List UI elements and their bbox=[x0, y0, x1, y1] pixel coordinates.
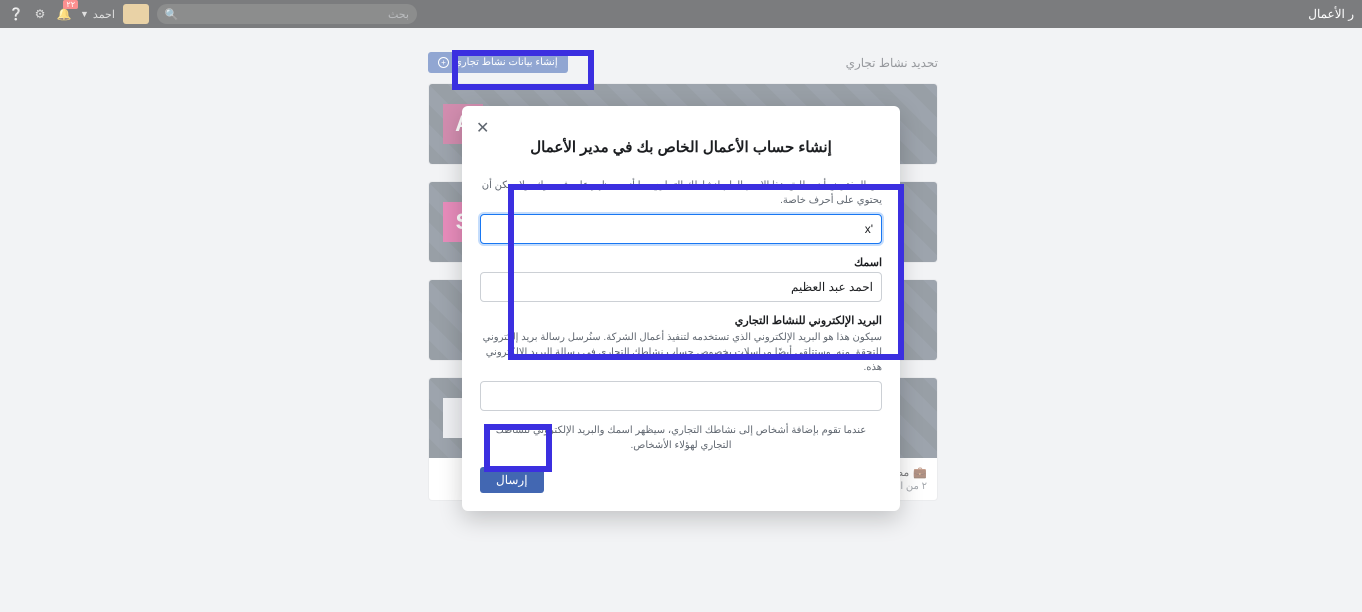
modal-title: إنشاء حساب الأعمال الخاص بك في مدير الأع… bbox=[480, 138, 882, 156]
biz-name-help: من المفترض أن يطابق هذا الاسم العام لنشا… bbox=[480, 178, 882, 208]
modal-footer-note: عندما تقوم بإضافة أشخاص إلى نشاطك التجار… bbox=[480, 423, 882, 453]
your-name-input[interactable] bbox=[480, 272, 882, 302]
submit-button[interactable]: إرسال bbox=[480, 467, 544, 493]
email-label: البريد الإلكتروني للنشاط التجاري bbox=[480, 314, 882, 327]
your-name-label: اسمك bbox=[480, 256, 882, 269]
business-name-input[interactable] bbox=[480, 214, 882, 244]
email-help: سيكون هذا هو البريد الإلكتروني الذي تستخ… bbox=[480, 330, 882, 375]
close-icon[interactable]: ✕ bbox=[476, 118, 489, 138]
create-business-modal: ✕ إنشاء حساب الأعمال الخاص بك في مدير ال… bbox=[462, 106, 900, 511]
business-email-input[interactable] bbox=[480, 381, 882, 411]
